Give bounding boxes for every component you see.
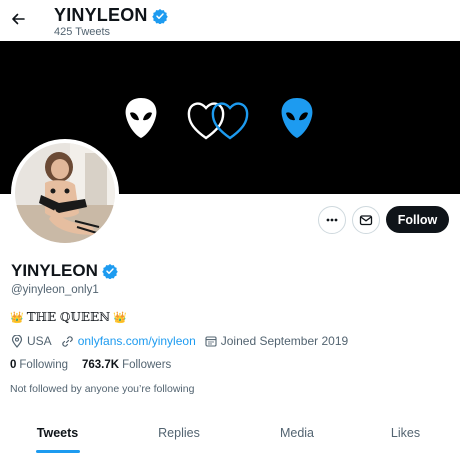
alien-head-icon: [281, 98, 313, 138]
two-hearts-icon: [187, 102, 249, 140]
tab-label: Media: [279, 426, 315, 440]
not-followed-notice: Not followed by anyone you’re following: [10, 383, 195, 395]
link-icon: [61, 335, 73, 347]
following-count: 0: [10, 359, 17, 371]
followers-link[interactable]: 763.7K Followers: [82, 359, 171, 371]
profile-tabs: Tweets Replies Media Likes: [0, 415, 460, 460]
envelope-icon: [359, 215, 373, 226]
calendar-icon: [205, 336, 217, 347]
arrow-left-icon: [12, 13, 25, 25]
verified-badge-icon: [151, 8, 168, 24]
profile-meta: USA onlyfans.com/yinyleon Joined Septemb…: [11, 334, 357, 348]
location-text: USA: [27, 334, 52, 348]
profile-name: YINYLEON: [11, 261, 98, 280]
followers-count: 763.7K: [81, 359, 120, 371]
alien-head-icon: [125, 98, 157, 138]
follow-stats: 0 Following 763.7K Followers: [10, 359, 171, 371]
message-button[interactable]: [352, 206, 380, 234]
verified-badge-icon[interactable]: [102, 263, 118, 279]
tweet-count: 425 Tweets: [54, 26, 111, 38]
avatar[interactable]: [11, 139, 119, 247]
header-title-row: YINYLEON: [54, 5, 168, 26]
tab-label: Likes: [390, 426, 421, 440]
profile-name-row: YINYLEON: [11, 261, 118, 281]
tab-tweets[interactable]: Tweets: [0, 415, 115, 453]
tab-media[interactable]: Media: [243, 415, 351, 451]
header-name: YINYLEON: [54, 5, 148, 25]
crown-icon: 👑: [10, 310, 24, 324]
tab-likes[interactable]: Likes: [351, 415, 460, 451]
profile-bio: 👑 𝕋ℍ𝔼 ℚ𝕌𝔼𝔼ℕ 👑: [10, 310, 127, 324]
tab-replies[interactable]: Replies: [115, 415, 243, 451]
more-dots-icon: [326, 218, 338, 222]
joined-text: Joined September 2019: [220, 334, 349, 348]
tab-label: Tweets: [36, 426, 79, 440]
website-link[interactable]: onlyfans.com/yinyleon: [78, 334, 196, 348]
top-bar: YINYLEON 425 Tweets: [0, 0, 460, 41]
avatar-photo: [15, 143, 115, 243]
website-item: onlyfans.com/yinyleon: [61, 334, 196, 348]
back-button[interactable]: [8, 9, 28, 29]
following-label: Following: [19, 359, 68, 371]
active-tab-indicator: [35, 450, 80, 453]
bio-text: 𝕋ℍ𝔼 ℚ𝕌𝔼𝔼ℕ: [26, 310, 111, 324]
joined-item: Joined September 2019: [205, 334, 348, 348]
follow-button[interactable]: Follow: [386, 206, 449, 233]
location-item: USA: [11, 334, 52, 348]
followers-label: Followers: [122, 359, 172, 371]
profile-handle: @yinyleon_only1: [11, 284, 99, 296]
tab-label: Replies: [158, 426, 200, 440]
more-button[interactable]: [318, 206, 346, 234]
following-link[interactable]: 0 Following: [10, 359, 68, 371]
crown-icon: 👑: [113, 310, 127, 324]
location-pin-icon: [11, 334, 23, 348]
